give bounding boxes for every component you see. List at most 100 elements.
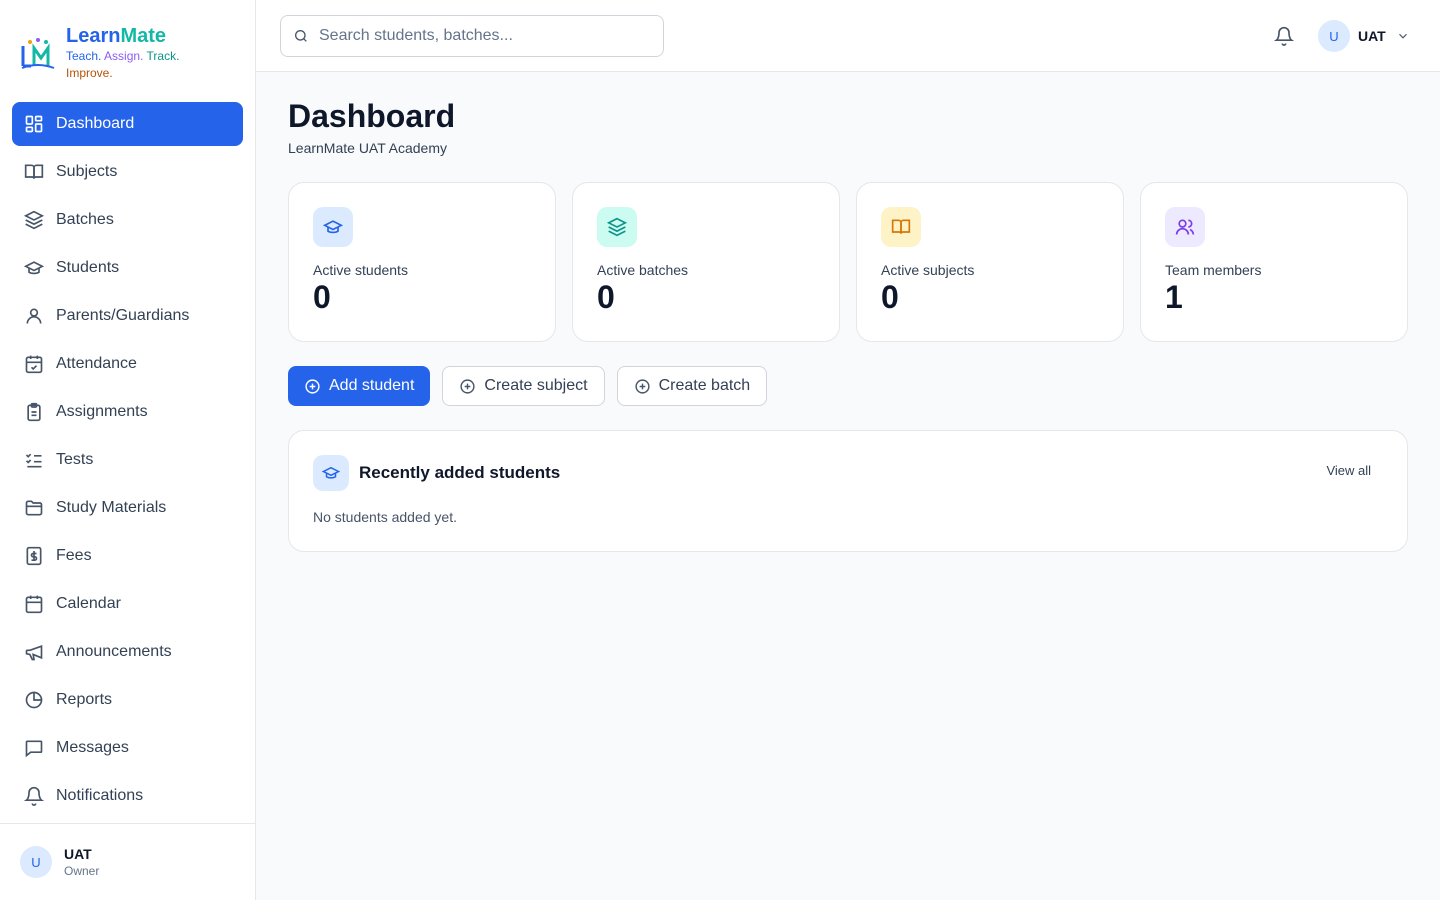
stat-label: Active subjects xyxy=(881,262,975,278)
stat-card-team-members: Team members 1 xyxy=(1140,182,1408,342)
page-subtitle: LearnMate UAT Academy xyxy=(288,140,448,156)
sidebar-item-label: Study Materials xyxy=(56,499,167,516)
plus-circle-icon xyxy=(460,378,475,394)
stat-value: 0 xyxy=(313,279,331,315)
calendar-icon xyxy=(25,595,43,614)
sidebar-item-label: Announcements xyxy=(56,643,172,660)
book-icon xyxy=(24,164,44,179)
sidebar-item-subjects[interactable]: Subjects xyxy=(12,150,243,194)
sidebar-user[interactable]: U UAT Owner xyxy=(0,823,255,900)
sidebar-item-attendance[interactable]: Attendance xyxy=(12,342,243,386)
stat-value: 1 xyxy=(1165,279,1183,315)
stats-row: Active students 0 Active batches 0 Activ… xyxy=(288,182,1408,342)
stat-card-active-batches: Active batches 0 xyxy=(572,182,840,342)
clipboard-icon xyxy=(27,402,41,422)
create-subject-button[interactable]: Create subject xyxy=(442,366,605,406)
brand-name: LearnMate xyxy=(66,25,167,47)
sidebar-item-label: Calendar xyxy=(56,595,121,612)
chevron-down-icon xyxy=(1398,33,1407,39)
recent-students-card: Recently added students View all No stud… xyxy=(288,430,1408,552)
sidebar-item-study-materials[interactable]: Study Materials xyxy=(12,486,243,530)
user-name: UAT xyxy=(1358,28,1386,44)
book-icon xyxy=(891,219,911,234)
list-check-icon xyxy=(25,453,42,468)
page-title: Dashboard xyxy=(288,98,456,134)
sidebar-item-label: Parents/Guardians xyxy=(56,307,190,324)
plus-circle-icon xyxy=(305,378,320,394)
sidebar-item-label: Assignments xyxy=(56,403,148,420)
create-batch-button[interactable]: Create batch xyxy=(616,366,768,406)
stat-label: Active students xyxy=(313,262,408,278)
add-student-button[interactable]: Add student xyxy=(288,366,431,406)
sidebar-item-fees[interactable]: Fees xyxy=(12,534,243,578)
layers-icon xyxy=(607,217,627,237)
sidebar-item-label: Reports xyxy=(56,691,113,708)
stat-label: Active batches xyxy=(597,262,689,278)
sidebar-item-batches[interactable]: Batches xyxy=(12,198,243,242)
stat-value: 0 xyxy=(597,279,615,315)
search-icon xyxy=(295,30,307,42)
sidebar-nav: Dashboard Subjects Batches Students Pare… xyxy=(12,102,243,822)
topbar: U UAT xyxy=(256,0,1440,72)
sidebar: LearnMate Teach. Assign. Track. Improve.… xyxy=(0,0,256,900)
user-role: Owner xyxy=(64,864,100,878)
view-all-link[interactable]: View all xyxy=(1326,463,1371,478)
sidebar-item-announcements[interactable]: Announcements xyxy=(12,630,243,674)
graduation-cap-icon xyxy=(24,261,44,275)
quick-actions: Add student Create subject Create batch xyxy=(288,366,768,406)
layers-icon xyxy=(24,210,44,230)
user-name: UAT xyxy=(64,846,92,862)
stat-card-active-students: Active students 0 xyxy=(288,182,556,342)
sidebar-item-notifications[interactable]: Notifications xyxy=(12,774,243,818)
search-input[interactable] xyxy=(319,27,639,45)
sidebar-item-messages[interactable]: Messages xyxy=(12,726,243,770)
graduation-cap-icon xyxy=(322,466,340,479)
stat-icon xyxy=(313,207,353,247)
sidebar-item-dashboard[interactable]: Dashboard xyxy=(12,102,243,146)
stat-card-active-subjects: Active subjects 0 xyxy=(856,182,1124,342)
bell-icon xyxy=(1274,26,1294,46)
search-box[interactable] xyxy=(280,15,664,57)
button-label: Create batch xyxy=(658,377,751,394)
plus-circle-icon xyxy=(634,378,650,394)
stat-label: Team members xyxy=(1165,262,1262,278)
stat-icon xyxy=(1165,207,1205,247)
button-label: Add student xyxy=(329,377,415,394)
user-icon xyxy=(26,308,42,324)
sidebar-item-assignments[interactable]: Assignments xyxy=(12,390,243,434)
user-menu-button[interactable]: U UAT xyxy=(1318,20,1410,52)
button-label: Create subject xyxy=(484,377,588,394)
dollar-icon xyxy=(26,546,42,566)
users-icon xyxy=(1175,219,1195,235)
sidebar-item-students[interactable]: Students xyxy=(12,246,243,290)
sidebar-item-label: Dashboard xyxy=(56,115,135,132)
sidebar-item-label: Batches xyxy=(56,211,114,228)
graduation-cap-icon xyxy=(323,220,343,234)
pie-chart-icon xyxy=(25,691,43,709)
dashboard-icon xyxy=(25,115,43,133)
sidebar-item-reports[interactable]: Reports xyxy=(12,678,243,722)
stat-icon xyxy=(597,207,637,247)
sidebar-item-label: Fees xyxy=(56,547,92,564)
bell-icon xyxy=(24,786,44,806)
folder-icon xyxy=(25,500,43,516)
sidebar-item-label: Tests xyxy=(56,451,94,468)
sidebar-item-parents-guardians[interactable]: Parents/Guardians xyxy=(12,294,243,338)
brand[interactable]: LearnMate Teach. Assign. Track. Improve. xyxy=(20,24,196,82)
avatar: U xyxy=(1318,20,1350,52)
sidebar-item-label: Attendance xyxy=(56,355,137,372)
card-icon xyxy=(313,455,349,491)
empty-state-text: No students added yet. xyxy=(313,509,457,525)
sidebar-item-label: Students xyxy=(56,259,120,276)
megaphone-icon xyxy=(25,644,43,661)
brand-tagline: Teach. Assign. Track. Improve. xyxy=(66,49,180,80)
calendar-check-icon xyxy=(25,355,43,374)
notifications-button[interactable] xyxy=(1272,24,1296,48)
sidebar-item-label: Notifications xyxy=(56,787,144,804)
message-icon xyxy=(25,740,43,758)
sidebar-item-label: Subjects xyxy=(56,163,118,180)
sidebar-item-calendar[interactable]: Calendar xyxy=(12,582,243,626)
sidebar-item-tests[interactable]: Tests xyxy=(12,438,243,482)
card-title: Recently added students xyxy=(359,463,561,482)
sidebar-item-label: Messages xyxy=(56,739,129,756)
